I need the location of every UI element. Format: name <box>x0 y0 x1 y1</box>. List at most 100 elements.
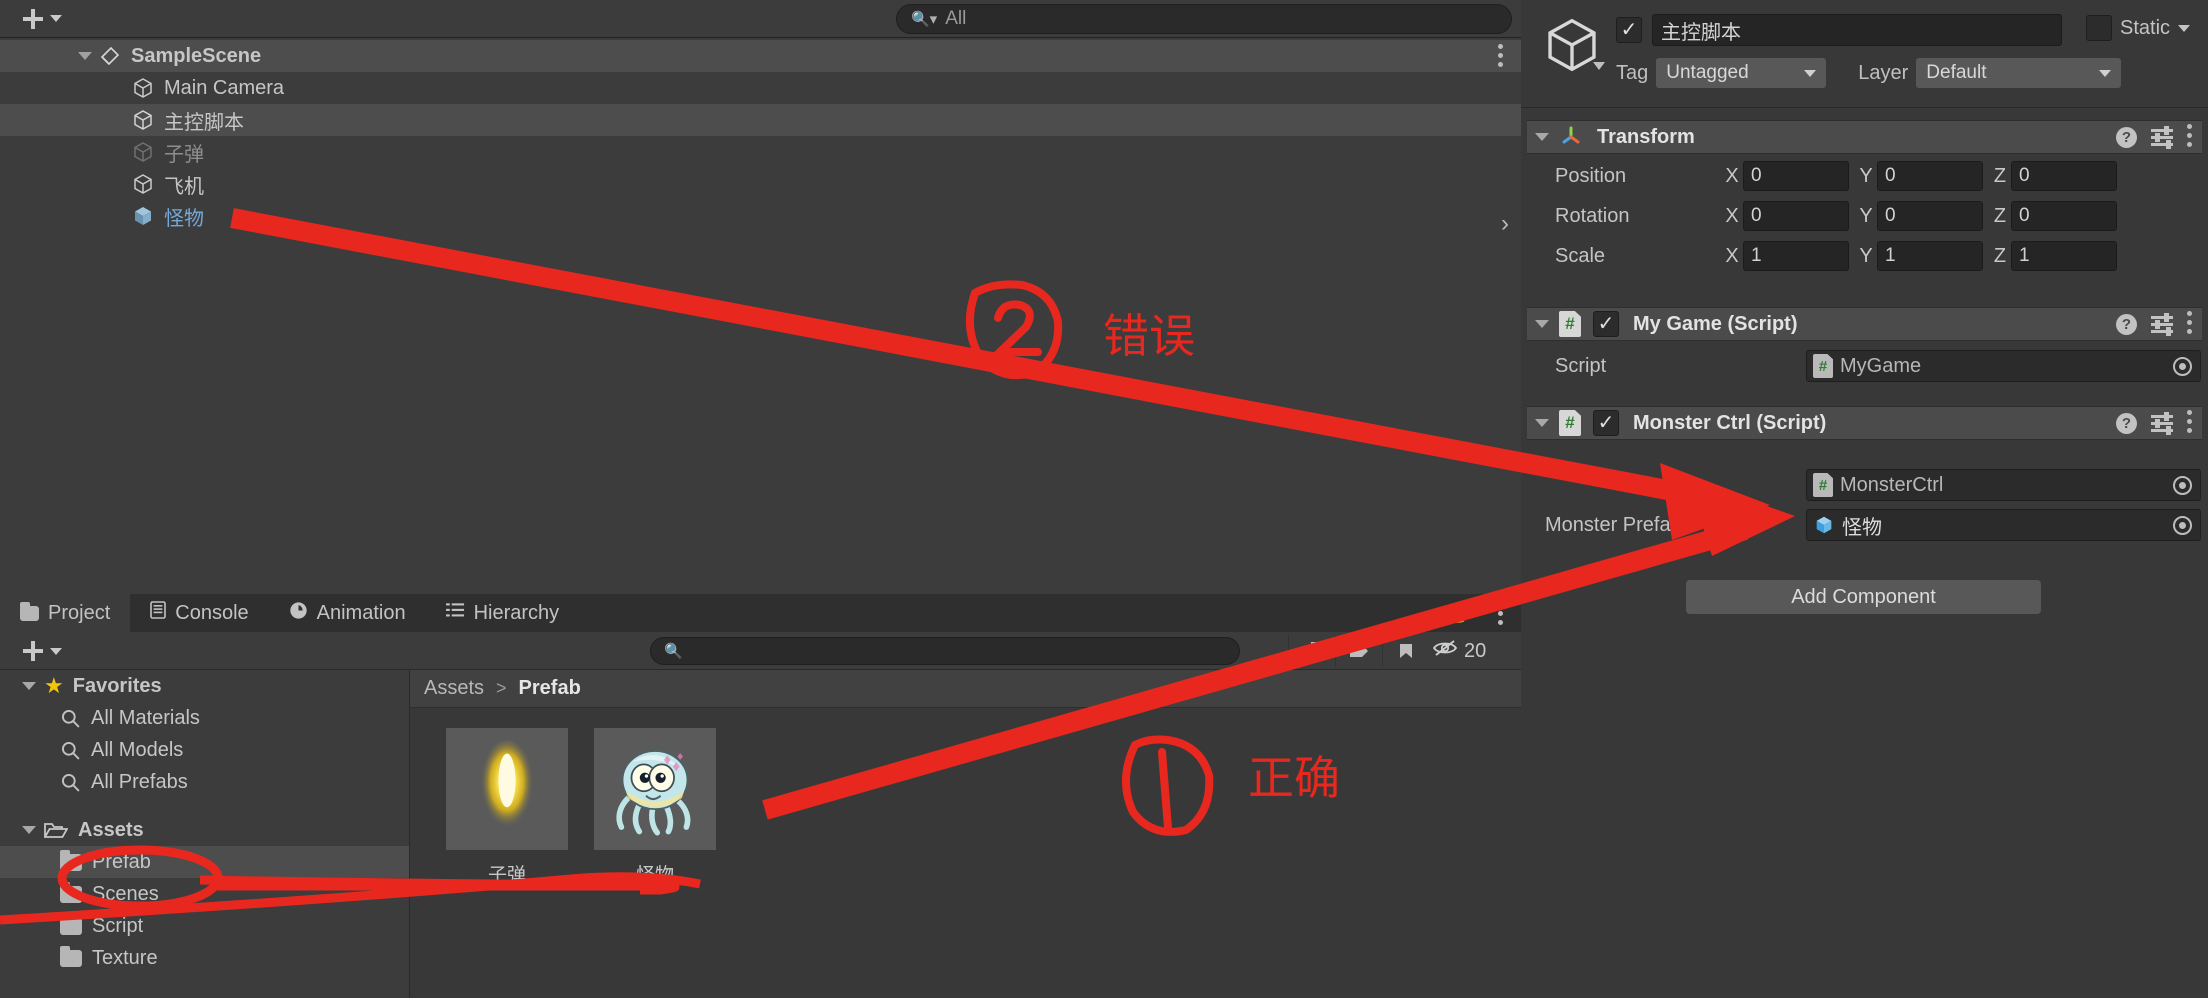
gameobject-enabled-checkbox[interactable]: ✓ <box>1616 17 1642 43</box>
chevron-down-icon <box>50 647 62 655</box>
tab-project[interactable]: Project <box>0 594 131 632</box>
preset-icon[interactable] <box>2151 126 2173 149</box>
clock-icon <box>289 601 308 626</box>
preset-icon[interactable] <box>2151 412 2173 435</box>
expand-triangle-icon[interactable] <box>78 52 92 60</box>
object-picker-icon[interactable] <box>2173 515 2192 535</box>
rotation-z-input[interactable]: 0 <box>2011 201 2117 231</box>
folder-icon <box>20 601 39 621</box>
tree-item-all-models[interactable]: All Models <box>0 734 409 766</box>
asset-label-filter-button[interactable] <box>1335 635 1382 667</box>
add-component-button[interactable]: Add Component <box>1686 580 2041 614</box>
hierarchy-expand-arrow-icon[interactable]: › <box>1501 210 1509 238</box>
chevron-down-icon[interactable] <box>2178 24 2191 32</box>
object-picker-icon[interactable] <box>2173 356 2192 376</box>
gameobject-name-input[interactable]: 主控脚本 <box>1652 14 2062 46</box>
project-search-input[interactable]: 🔍 <box>650 637 1240 665</box>
position-z-input[interactable]: 0 <box>2011 161 2117 191</box>
expand-triangle-icon[interactable] <box>1535 419 1549 427</box>
asset-favorite-filter-button[interactable] <box>1382 635 1429 667</box>
layer-dropdown[interactable]: Default <box>1916 58 2122 88</box>
scale-x-input[interactable]: 1 <box>1743 241 1849 271</box>
static-checkbox[interactable] <box>2086 15 2112 41</box>
tab-label: Console <box>175 601 249 624</box>
expand-triangle-icon[interactable] <box>22 682 36 690</box>
asset-label: 怪物 <box>635 865 674 886</box>
hierarchy-search-input[interactable]: 🔍▾ All <box>896 4 1512 34</box>
breadcrumb-separator-icon: > <box>496 678 507 698</box>
tree-item-texture[interactable]: Texture <box>0 942 409 974</box>
csharp-script-icon: # <box>1559 410 1581 436</box>
hierarchy-item-feiji[interactable]: 飞机 <box>0 168 1521 200</box>
asset-type-filter-button[interactable] <box>1288 635 1335 667</box>
position-y-input[interactable]: 0 <box>1877 161 1983 191</box>
static-toggle-group[interactable]: Static <box>2086 15 2191 41</box>
hierarchy-item-zidan[interactable]: 子弹 <box>0 136 1521 168</box>
script-object-field[interactable]: # MonsterCtrl <box>1806 469 2201 501</box>
help-icon[interactable]: ? <box>2116 313 2137 335</box>
rotation-x-input[interactable]: 0 <box>1743 201 1849 231</box>
position-x-input[interactable]: 0 <box>1743 161 1849 191</box>
monster-prefab-field-row: Monster Prefab 怪物 <box>1521 505 2208 545</box>
hierarchy-item-samplescene[interactable]: SampleScene <box>0 40 1521 72</box>
hierarchy-item-zhukongjiaoben[interactable]: 主控脚本 <box>0 104 1521 136</box>
layer-value: Default <box>1926 62 1987 83</box>
preset-icon[interactable] <box>2151 313 2173 336</box>
rotation-y-input[interactable]: 0 <box>1877 201 1983 231</box>
tree-item-all-prefabs[interactable]: All Prefabs <box>0 766 409 798</box>
hierarchy-item-main-camera[interactable]: Main Camera <box>0 72 1521 104</box>
scene-visibility-count[interactable]: 20 <box>1432 639 1486 663</box>
project-menu-icon[interactable] <box>1498 602 1503 634</box>
tab-hierarchy[interactable]: Hierarchy <box>426 594 580 632</box>
project-tab-bar: Project Console Animation Hierarchy 🔒 <box>0 594 1521 632</box>
component-menu-icon[interactable] <box>2187 409 2192 437</box>
asset-item-zidan[interactable]: 子弹 <box>446 728 568 887</box>
tab-animation[interactable]: Animation <box>269 594 426 632</box>
tab-label: Project <box>48 601 111 624</box>
expand-triangle-icon[interactable] <box>1535 133 1549 141</box>
scale-y-input[interactable]: 1 <box>1877 241 1983 271</box>
component-menu-icon[interactable] <box>2187 310 2192 338</box>
octopus-monster-thumb <box>594 728 716 850</box>
help-icon[interactable]: ? <box>2116 412 2137 434</box>
lock-icon[interactable]: 🔒 <box>1447 603 1469 624</box>
chevron-down-icon[interactable] <box>1593 62 1605 70</box>
help-icon[interactable]: ? <box>2116 126 2137 148</box>
row-label: Position <box>1555 164 1627 187</box>
chevron-down-icon <box>50 15 62 22</box>
tree-item-prefab[interactable]: Prefab <box>0 846 409 878</box>
hierarchy-context-menu-button[interactable] <box>1498 44 1503 71</box>
tree-item-scenes[interactable]: Scenes <box>0 878 409 910</box>
component-header-my-game[interactable]: # ✓ My Game (Script) ? <box>1527 307 2202 341</box>
scale-z-input[interactable]: 1 <box>2011 241 2117 271</box>
expand-triangle-icon[interactable] <box>1535 320 1549 328</box>
component-enabled-checkbox[interactable]: ✓ <box>1593 311 1619 337</box>
object-picker-icon[interactable] <box>2173 475 2192 495</box>
prefab-cube-icon <box>1813 514 1835 536</box>
component-header-transform[interactable]: Transform ? <box>1527 120 2202 154</box>
gameobject-cube-icon <box>131 172 155 196</box>
tree-item-assets[interactable]: Assets <box>0 814 409 846</box>
component-header-monster-ctrl[interactable]: # ✓ Monster Ctrl (Script) ? <box>1527 406 2202 440</box>
hierarchy-add-button[interactable] <box>22 8 62 30</box>
tree-item-favorites[interactable]: ★ Favorites <box>0 670 409 702</box>
component-enabled-checkbox[interactable]: ✓ <box>1593 410 1619 436</box>
script-object-field[interactable]: # MyGame <box>1806 350 2201 382</box>
csharp-script-icon: # <box>1813 354 1833 378</box>
tree-item-script[interactable]: Script <box>0 910 409 942</box>
axis-z-label: Z <box>1993 244 2007 267</box>
tree-item-label: Script <box>92 914 144 937</box>
tag-dropdown[interactable]: Untagged <box>1656 58 1827 88</box>
breadcrumb-assets[interactable]: Assets <box>424 677 484 700</box>
component-menu-icon[interactable] <box>2187 123 2192 151</box>
component-title: Monster Ctrl (Script) <box>1633 411 1827 434</box>
gameobject-cube-icon <box>131 108 155 132</box>
scene-icon <box>98 44 122 68</box>
expand-triangle-icon[interactable] <box>22 826 36 834</box>
asset-item-guaiwu[interactable]: 怪物 <box>594 728 716 887</box>
hierarchy-item-guaiwu[interactable]: 怪物 <box>0 200 1521 232</box>
monster-prefab-object-field[interactable]: 怪物 <box>1806 509 2201 541</box>
chevron-down-icon <box>1804 69 1817 77</box>
tree-item-all-materials[interactable]: All Materials <box>0 702 409 734</box>
tab-console[interactable]: Console <box>130 594 268 632</box>
